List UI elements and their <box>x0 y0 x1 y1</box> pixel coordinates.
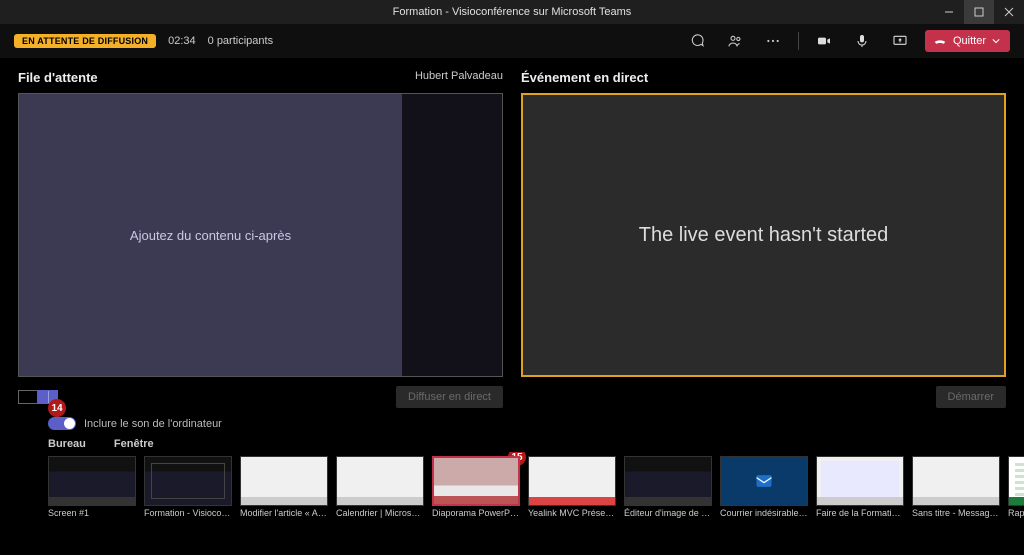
thumb-window[interactable]: Courrier indésirable - hu… <box>720 456 808 518</box>
live-title: Événement en direct <box>521 70 648 85</box>
queue-side-panel <box>402 94 502 376</box>
thumb-window[interactable]: Formation - Visioconféré… <box>144 456 232 518</box>
camera-icon[interactable] <box>811 28 837 54</box>
broadcast-status-pill: EN ATTENTE DE DIFFUSION <box>14 34 156 48</box>
participant-count: 0 participants <box>208 35 273 47</box>
divider <box>798 32 799 50</box>
close-button[interactable] <box>994 0 1024 24</box>
chevron-down-icon <box>992 37 1000 45</box>
window-title: Formation - Visioconférence sur Microsof… <box>393 6 632 18</box>
meeting-toolbar: EN ATTENTE DE DIFFUSION 02:34 0 particip… <box>0 24 1024 58</box>
thumb-window[interactable]: Sans titre - Message (HT… <box>912 456 1000 518</box>
annotation-marker-14: 14 <box>48 399 66 417</box>
thumb-window-selected[interactable]: 15 Diaporama PowerPoint - … <box>432 456 520 518</box>
hangup-icon <box>933 34 947 48</box>
leave-button[interactable]: Quitter <box>925 30 1010 52</box>
include-audio-label: Inclure le son de l'ordinateur <box>84 418 222 430</box>
thumb-window[interactable]: Calendrier | Microsoft Te… <box>336 456 424 518</box>
main-area: File d'attente Hubert Palvadeau Ajoutez … <box>0 58 1024 413</box>
thumb-window[interactable]: Rapport Postionnement … <box>1008 456 1024 518</box>
live-column: Événement en direct The live event hasn'… <box>521 70 1006 409</box>
live-message: The live event hasn't started <box>639 224 889 247</box>
queue-placeholder: Ajoutez du contenu ci-après <box>19 94 402 376</box>
presenter-name: Hubert Palvadeau <box>415 70 503 85</box>
mic-icon[interactable] <box>849 28 875 54</box>
queue-title: File d'attente <box>18 70 98 85</box>
tab-window[interactable]: Fenêtre <box>114 438 154 450</box>
include-audio-toggle[interactable] <box>48 417 76 430</box>
thumb-screen-1[interactable]: Screen #1 <box>48 456 136 518</box>
start-button[interactable]: Démarrer <box>936 386 1006 408</box>
queue-preview[interactable]: Ajoutez du contenu ci-après <box>18 93 503 377</box>
leave-label: Quitter <box>953 35 986 47</box>
queue-column: File d'attente Hubert Palvadeau Ajoutez … <box>18 70 503 409</box>
thumb-window[interactable]: Yealink MVC Présentatio… <box>528 456 616 518</box>
thumb-window[interactable]: Éditeur d'image de Scre… <box>624 456 712 518</box>
outlook-icon <box>754 471 774 491</box>
thumb-window[interactable]: Faire de la Formation av… <box>816 456 904 518</box>
live-preview: The live event hasn't started <box>521 93 1006 377</box>
minimize-button[interactable] <box>934 0 964 24</box>
elapsed-time: 02:34 <box>168 35 196 47</box>
chat-icon[interactable] <box>684 28 710 54</box>
layout-single[interactable] <box>18 390 38 404</box>
include-audio-row: 14 Inclure le son de l'ordinateur <box>0 413 1024 432</box>
window-controls <box>934 0 1024 24</box>
share-thumbnails: Screen #1 Formation - Visioconféré… Modi… <box>0 452 1024 518</box>
tab-desktop[interactable]: Bureau <box>48 438 86 450</box>
broadcast-button[interactable]: Diffuser en direct <box>396 386 503 408</box>
people-icon[interactable] <box>722 28 748 54</box>
thumb-window[interactable]: Modifier l'article « Apog … <box>240 456 328 518</box>
title-bar: Formation - Visioconférence sur Microsof… <box>0 0 1024 24</box>
maximize-button[interactable] <box>964 0 994 24</box>
share-screen-icon[interactable] <box>887 28 913 54</box>
more-icon[interactable] <box>760 28 786 54</box>
share-tabs: Bureau Fenêtre <box>0 432 1024 452</box>
